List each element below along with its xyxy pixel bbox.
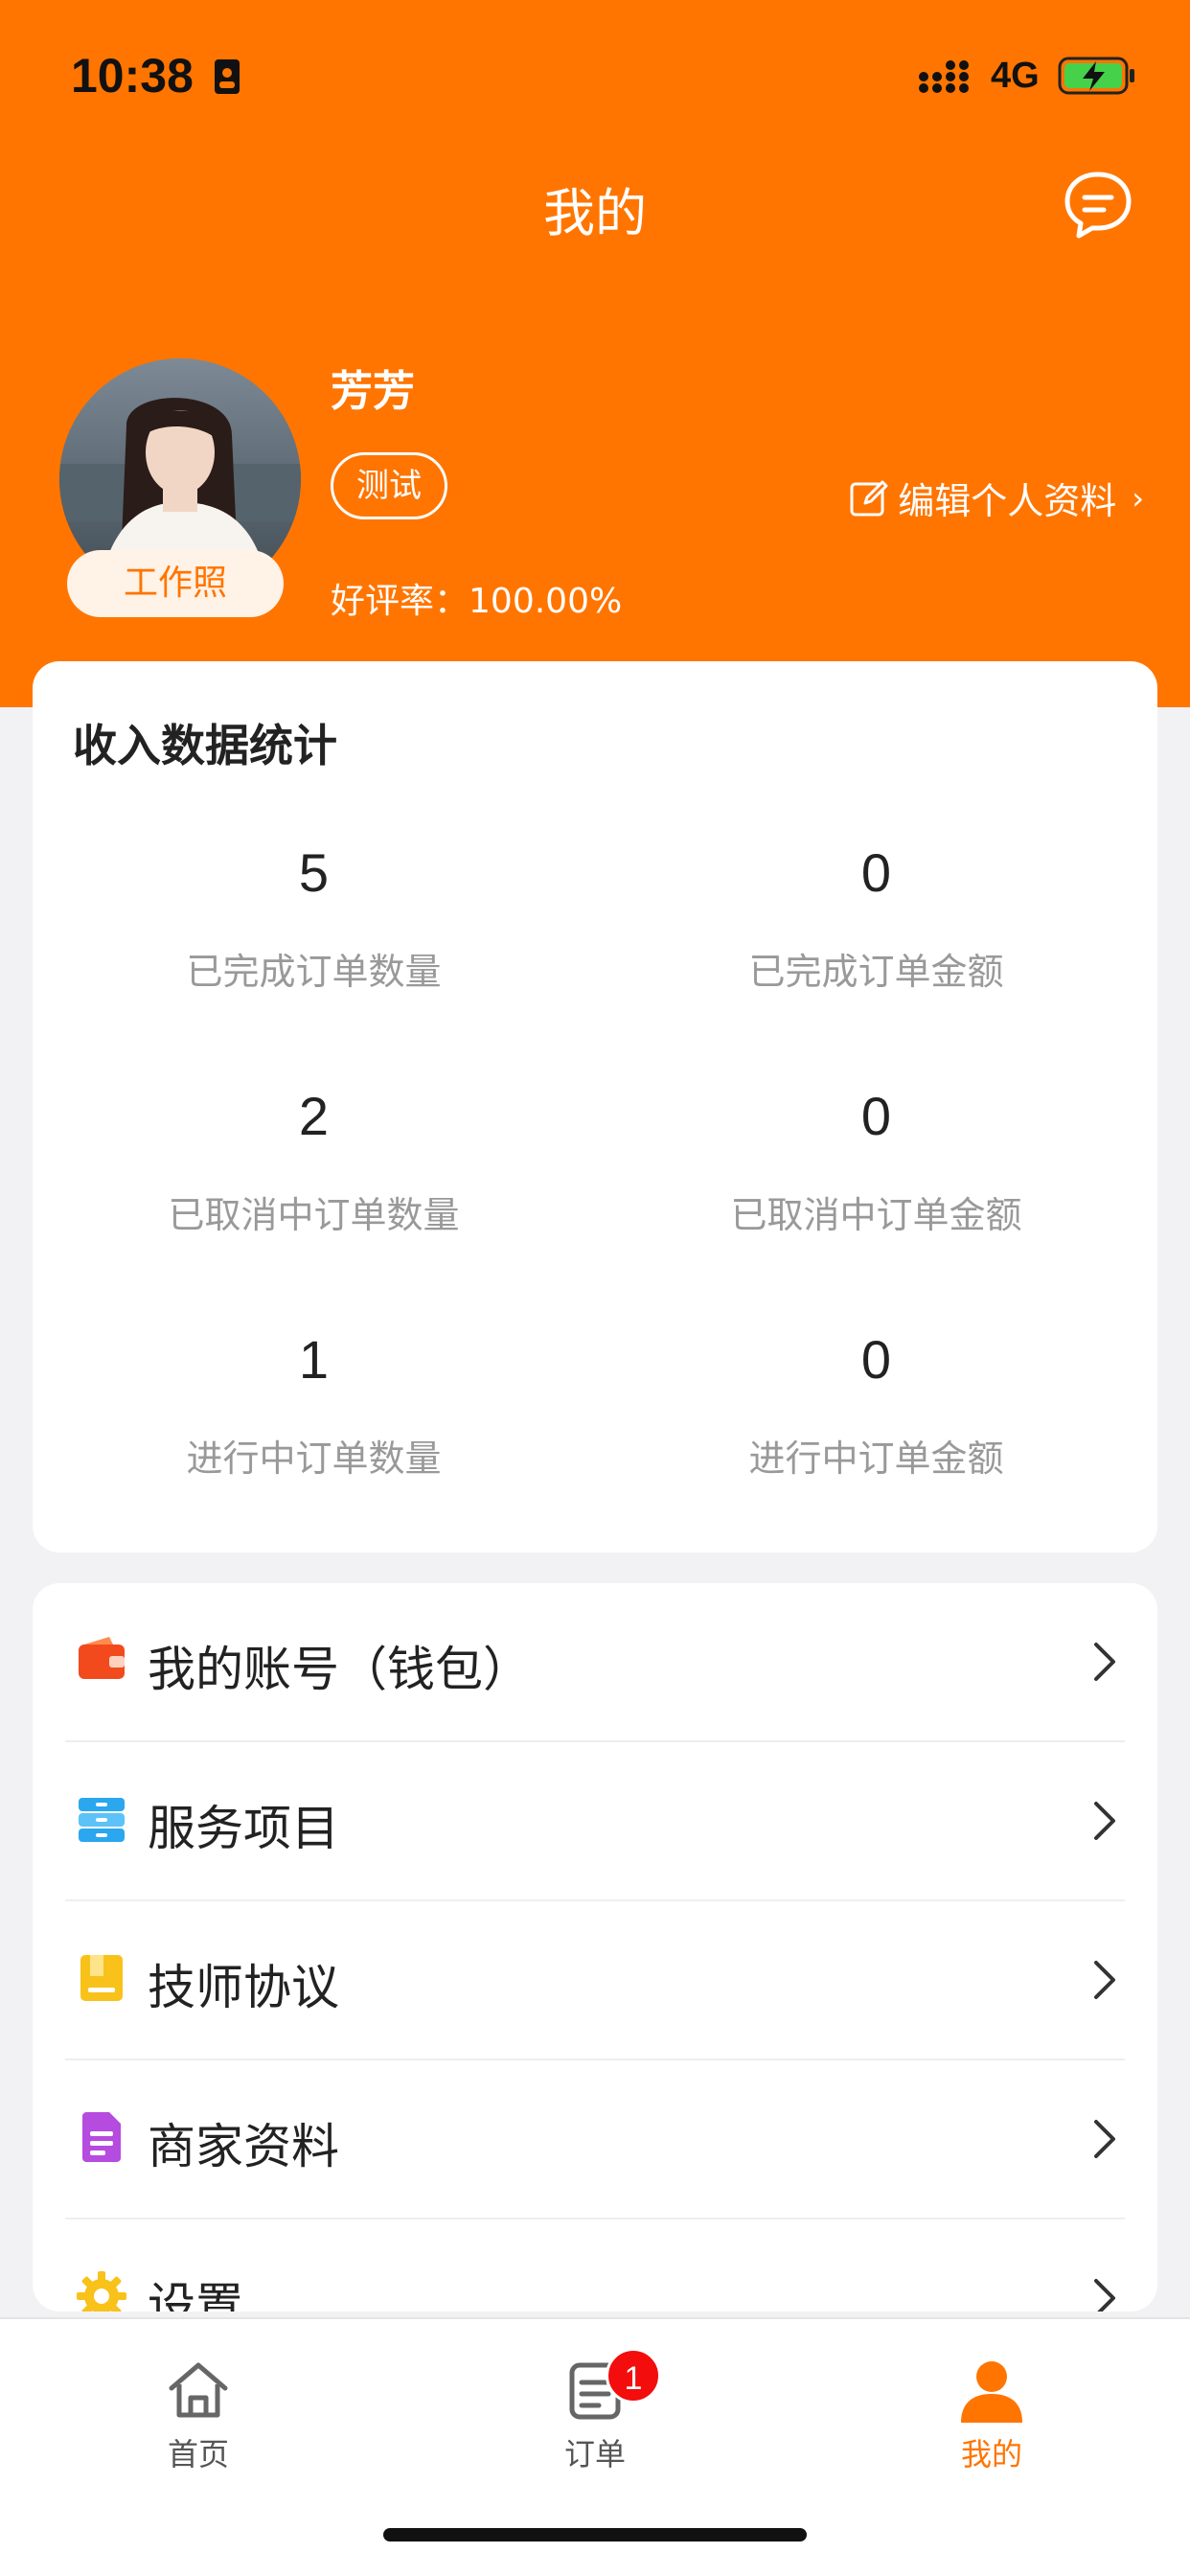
chevron-right-icon: › [1132,479,1144,517]
stat-label: 进行中订单金额 [748,1438,1004,1480]
tab-profile[interactable]: 我的 [793,2338,1190,2474]
stat-value: 0 [860,1086,892,1146]
menu-item-label: 设置 [148,2278,243,2312]
home-indicator [383,2528,807,2542]
sim-card-icon [215,59,240,94]
stat-value: 1 [298,1329,330,1390]
stat-value: 5 [298,842,330,903]
stat-value: 0 [860,842,892,903]
rating-value: 100.00% [469,582,623,621]
settings-gear-icon [77,2271,126,2312]
status-time: 10:38 [71,49,194,103]
menu-item-services[interactable]: 服务项目 [33,1742,1157,1901]
stat-cancelled-amount[interactable]: 0 已取消中订单金额 [595,1085,1157,1238]
menu-card: 我的账号（钱包） 服务项目 技师协议 商家资料 设置 [33,1583,1157,2312]
user-name: 芳芳 [331,367,415,416]
stat-value: 0 [860,1329,892,1390]
work-photo-badge[interactable]: 工作照 [67,550,284,617]
tab-label: 首页 [167,2436,229,2472]
stat-label: 已取消中订单数量 [168,1194,460,1236]
chevron-right-icon [1094,1802,1115,1840]
message-icon[interactable] [1062,169,1134,242]
menu-item-wallet[interactable]: 我的账号（钱包） [33,1583,1157,1742]
menu-item-label: 服务项目 [148,1801,339,1856]
menu-item-settings[interactable]: 设置 [33,2220,1157,2312]
stat-cancelled-count[interactable]: 2 已取消中订单数量 [33,1085,595,1238]
stat-value: 2 [298,1086,330,1146]
profile-header: 10:38 4G 我的 工作照 芳芳 测试 好评率：100.00% 编辑个人资料… [0,0,1190,707]
menu-item-label: 技师协议 [148,1960,339,2015]
tab-label: 我的 [960,2436,1022,2472]
chevron-right-icon [1094,2120,1115,2158]
income-stats-card: 收入数据统计 5 已完成订单数量 0 已完成订单金额 2 已取消中订单数量 0 … [33,661,1157,1552]
orders-count-badge: 1 [606,2348,661,2404]
home-icon [169,2362,228,2418]
network-type: 4G [991,56,1040,96]
chevron-right-icon [1094,2279,1115,2312]
menu-item-agreement[interactable]: 技师协议 [33,1901,1157,2060]
battery-charging-icon [1058,57,1134,95]
signal-strength-icon [919,60,969,93]
user-tag-badge: 测试 [331,452,447,519]
menu-item-label: 我的账号（钱包） [148,1642,531,1697]
stat-label: 进行中订单数量 [186,1438,442,1480]
profile-icon [961,2361,1022,2423]
stats-title: 收入数据统计 [73,720,337,771]
chevron-right-icon [1094,1643,1115,1681]
stat-label: 已完成订单金额 [748,951,1004,993]
edit-profile-button[interactable]: 编辑个人资料 › [848,472,1144,524]
agreement-icon [80,1955,123,2001]
tab-home[interactable]: 首页 [0,2338,397,2474]
stat-label: 已完成订单数量 [186,951,442,993]
tab-label: 订单 [563,2436,626,2472]
edit-profile-label: 编辑个人资料 [898,480,1117,522]
page-title: 我的 [543,183,647,243]
rating: 好评率：100.00% [331,573,622,623]
chevron-right-icon [1094,1961,1115,1999]
stat-inprogress-amount[interactable]: 0 进行中订单金额 [595,1328,1157,1482]
menu-item-merchant-info[interactable]: 商家资料 [33,2060,1157,2220]
wallet-icon [79,1637,125,1679]
rating-label: 好评率： [331,582,469,621]
document-icon [82,2112,121,2162]
menu-item-label: 商家资料 [148,2119,339,2174]
stat-completed-amount[interactable]: 0 已完成订单金额 [595,841,1157,995]
edit-icon [850,480,888,516]
service-list-icon [79,1798,125,1842]
stat-label: 已取消中订单金额 [730,1194,1022,1236]
stat-completed-count[interactable]: 5 已完成订单数量 [33,841,595,995]
status-bar: 10:38 4G [0,0,1190,144]
tab-orders[interactable]: 订单 1 [397,2338,793,2474]
stat-inprogress-count[interactable]: 1 进行中订单数量 [33,1328,595,1482]
